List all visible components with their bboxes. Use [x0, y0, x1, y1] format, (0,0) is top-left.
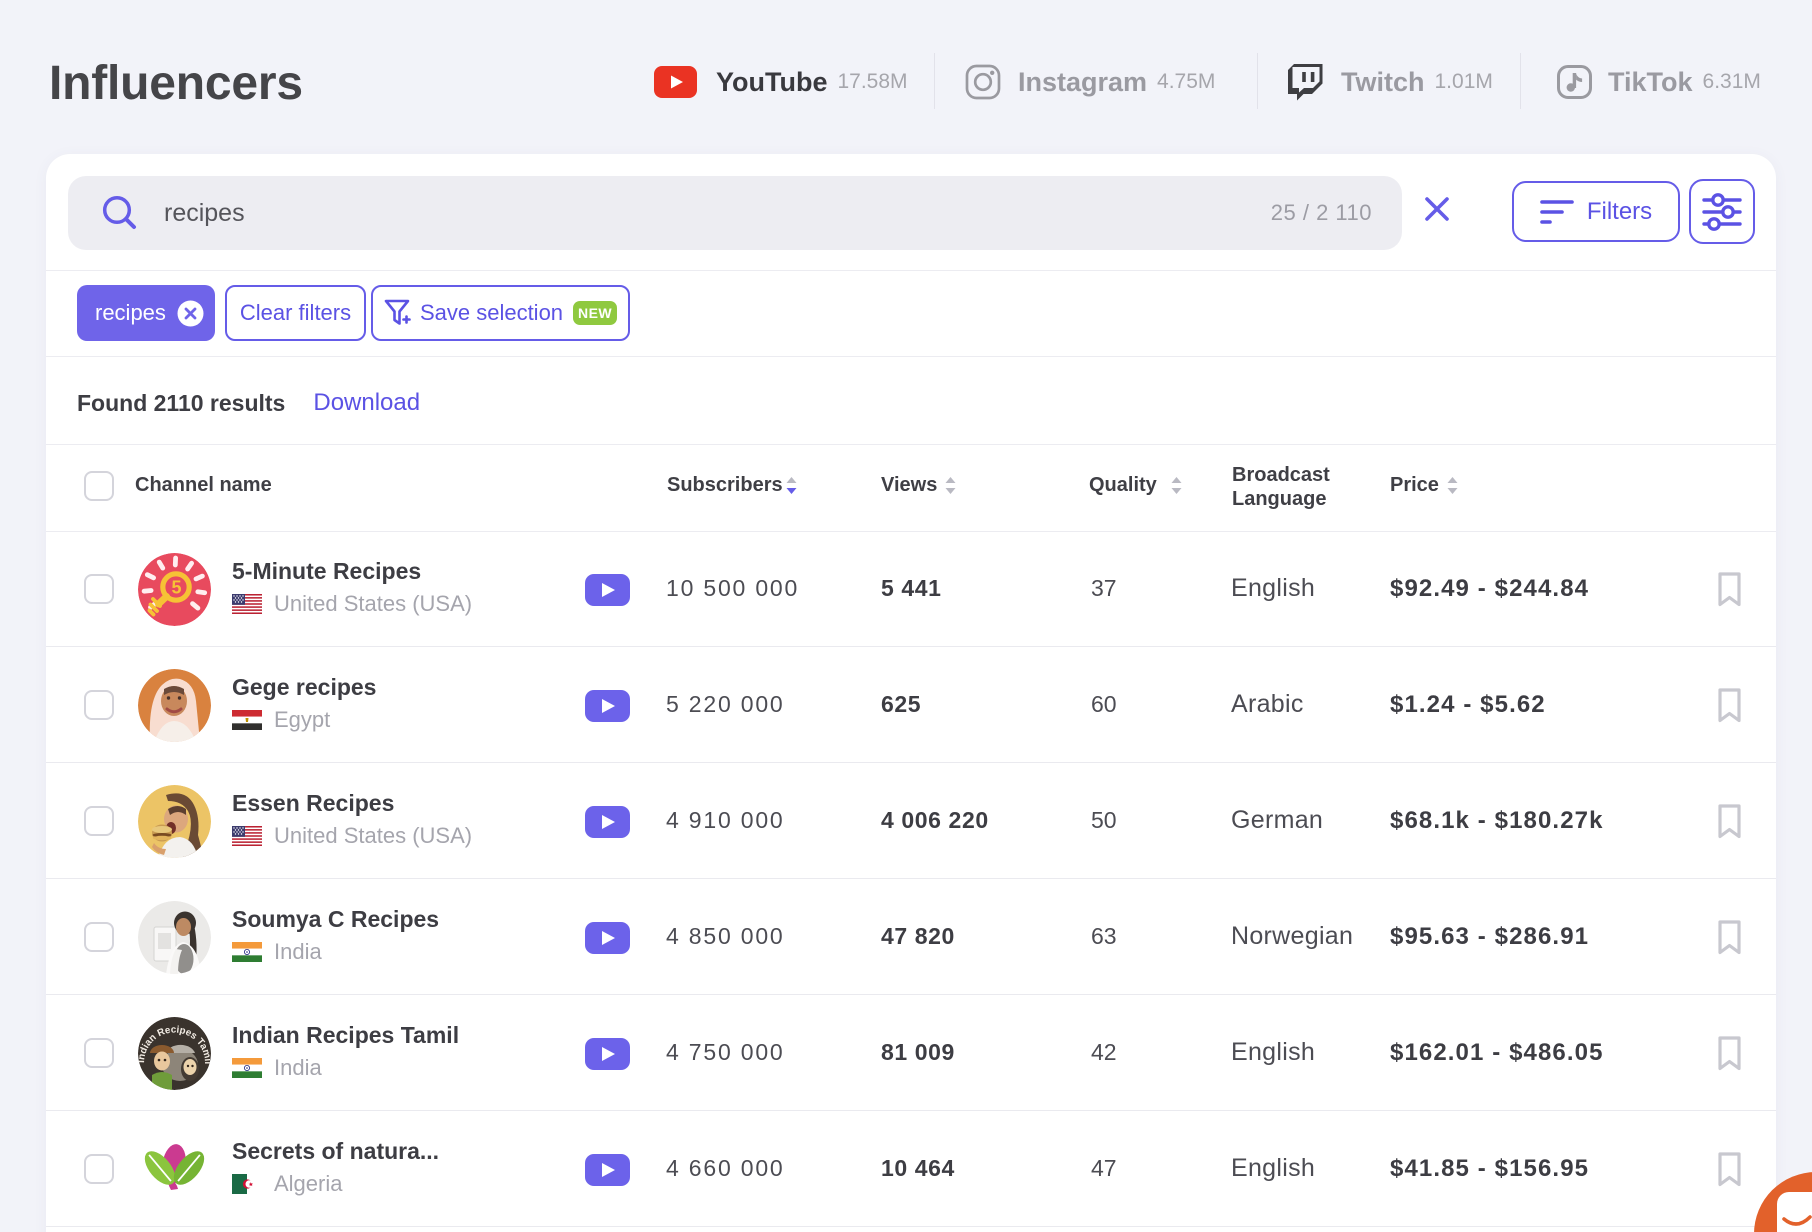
svg-text:5: 5	[171, 577, 181, 597]
